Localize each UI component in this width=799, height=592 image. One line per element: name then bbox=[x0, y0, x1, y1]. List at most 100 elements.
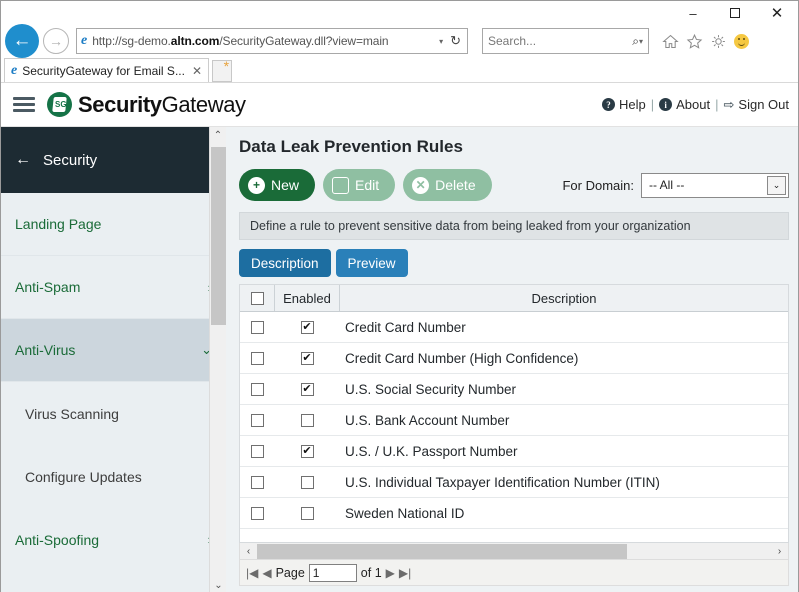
row-description: Credit Card Number (High Confidence) bbox=[345, 350, 579, 366]
next-page-button[interactable]: ▶ bbox=[386, 566, 395, 580]
scroll-up-icon[interactable]: ⌃ bbox=[210, 127, 226, 144]
question-icon: ? bbox=[601, 98, 615, 111]
domain-filter: For Domain: -- All -- ⌄ bbox=[562, 172, 789, 198]
last-page-button[interactable]: ▶| bbox=[399, 566, 411, 580]
sidebar-item-anti-spam[interactable]: Anti-Spam › bbox=[1, 256, 226, 319]
row-select-checkbox[interactable] bbox=[250, 382, 264, 396]
table-row[interactable]: Sweden National ID bbox=[240, 498, 788, 529]
row-select-checkbox[interactable] bbox=[250, 413, 264, 427]
url-dropdown-icon[interactable]: ▾ bbox=[439, 37, 443, 46]
scroll-down-icon[interactable]: ⌄ bbox=[210, 577, 227, 592]
forward-button[interactable]: → bbox=[43, 28, 69, 54]
table-row[interactable]: U.S. Bank Account Number bbox=[240, 405, 788, 436]
tab-close-icon[interactable]: ✕ bbox=[192, 64, 202, 78]
enabled-checkbox[interactable]: ✔ bbox=[300, 382, 314, 396]
maximize-button[interactable] bbox=[714, 1, 756, 25]
row-select-checkbox[interactable] bbox=[250, 444, 264, 458]
row-select-checkbox[interactable] bbox=[250, 475, 264, 489]
about-label: About bbox=[676, 97, 711, 112]
new-button[interactable]: + New bbox=[239, 169, 316, 201]
close-button[interactable]: ✕ bbox=[756, 1, 798, 25]
brand-logo: SG SecurityGateway bbox=[47, 92, 246, 118]
column-header-enabled[interactable]: Enabled bbox=[274, 285, 340, 311]
hscroll-thumb[interactable] bbox=[257, 543, 628, 559]
hscroll-track[interactable] bbox=[257, 543, 771, 559]
table-row[interactable]: ✔ Credit Card Number bbox=[240, 312, 788, 343]
enabled-checkbox[interactable]: ✔ bbox=[300, 444, 314, 458]
edit-button[interactable]: ✎ Edit bbox=[323, 169, 396, 201]
browser-tab[interactable]: e SecurityGateway for Email S... ✕ bbox=[4, 58, 210, 82]
row-enabled-cell[interactable]: ✔ bbox=[274, 374, 340, 404]
tab-preview[interactable]: Preview bbox=[335, 249, 408, 277]
scroll-left-icon[interactable]: ‹ bbox=[240, 546, 257, 557]
table-row[interactable]: ✔ U.S. Social Security Number bbox=[240, 374, 788, 405]
page-total-label: of 1 bbox=[360, 565, 382, 580]
sidebar-item-label: Landing Page bbox=[15, 216, 102, 232]
sidebar-item-anti-spoofing[interactable]: Anti-Spoofing › bbox=[1, 508, 226, 571]
table-row[interactable]: U.S. Individual Taxpayer Identification … bbox=[240, 467, 788, 498]
info-text: Define a rule to prevent sensitive data … bbox=[250, 219, 691, 233]
sidebar-item-configure-updates[interactable]: Configure Updates bbox=[1, 445, 226, 508]
enabled-checkbox[interactable]: ✔ bbox=[300, 320, 314, 334]
back-button[interactable]: ← bbox=[5, 24, 39, 58]
page-number-input[interactable]: 1 bbox=[308, 563, 357, 582]
scroll-right-icon[interactable]: › bbox=[771, 546, 788, 557]
row-select-cell[interactable] bbox=[240, 351, 274, 365]
domain-select[interactable]: -- All -- ⌄ bbox=[641, 172, 789, 198]
row-select-cell[interactable] bbox=[240, 320, 274, 334]
row-select-cell[interactable] bbox=[240, 475, 274, 489]
row-select-cell[interactable] bbox=[240, 413, 274, 427]
select-all-checkbox[interactable] bbox=[250, 291, 264, 305]
gear-icon[interactable] bbox=[710, 33, 727, 50]
about-link[interactable]: i About bbox=[659, 97, 710, 112]
chevron-down-icon[interactable]: ⌄ bbox=[767, 175, 786, 195]
browser-search-box[interactable]: Search... ⌕ ▾ bbox=[482, 28, 649, 54]
smiley-icon[interactable] bbox=[734, 33, 749, 49]
search-dropdown-icon[interactable]: ▾ bbox=[639, 37, 643, 46]
first-page-button[interactable]: |◀ bbox=[246, 566, 258, 580]
tab-description[interactable]: Description bbox=[239, 249, 331, 277]
delete-button[interactable]: ✕ Delete bbox=[403, 169, 492, 201]
sidebar-header[interactable]: ← Security bbox=[1, 127, 226, 193]
home-icon[interactable] bbox=[662, 33, 679, 50]
star-icon[interactable] bbox=[686, 33, 703, 50]
address-bar[interactable]: e http://sg-demo.altn.com/SecurityGatewa… bbox=[76, 28, 468, 54]
column-header-description[interactable]: Description bbox=[340, 291, 788, 306]
row-select-checkbox[interactable] bbox=[250, 320, 264, 334]
row-select-checkbox[interactable] bbox=[250, 351, 264, 365]
help-link[interactable]: ? Help bbox=[601, 97, 646, 112]
edit-button-label: Edit bbox=[355, 177, 380, 193]
back-arrow-icon[interactable]: ← bbox=[15, 151, 31, 169]
row-enabled-cell[interactable] bbox=[274, 405, 340, 435]
table-row[interactable]: ✔ U.S. / U.K. Passport Number bbox=[240, 436, 788, 467]
sign-out-link[interactable]: ⇨ Sign Out bbox=[724, 97, 790, 113]
enabled-checkbox[interactable] bbox=[300, 413, 314, 427]
enabled-checkbox[interactable]: ✔ bbox=[300, 351, 314, 365]
row-select-cell[interactable] bbox=[240, 382, 274, 396]
row-enabled-cell[interactable] bbox=[274, 467, 340, 497]
sidebar-scrollbar[interactable]: ⌃ ⌄ bbox=[209, 127, 226, 592]
enabled-checkbox[interactable] bbox=[300, 475, 314, 489]
table-horizontal-scrollbar[interactable]: ‹ › bbox=[239, 543, 789, 560]
row-enabled-cell[interactable]: ✔ bbox=[274, 312, 340, 342]
sidebar-item-anti-virus[interactable]: Anti-Virus ⌄ bbox=[1, 319, 226, 382]
prev-page-button[interactable]: ◀ bbox=[262, 566, 271, 580]
row-description: U.S. Social Security Number bbox=[345, 381, 517, 397]
sidebar-item-landing-page[interactable]: Landing Page bbox=[1, 193, 226, 256]
row-select-cell[interactable] bbox=[240, 444, 274, 458]
refresh-icon[interactable]: ↻ bbox=[448, 33, 463, 49]
hamburger-icon[interactable] bbox=[13, 97, 35, 112]
row-select-checkbox[interactable] bbox=[250, 506, 264, 520]
minimize-button[interactable]: – bbox=[672, 1, 714, 25]
table-row[interactable]: ✔ Credit Card Number (High Confidence) bbox=[240, 343, 788, 374]
enabled-checkbox[interactable] bbox=[300, 506, 314, 520]
info-icon: i bbox=[659, 98, 673, 111]
new-tab-button[interactable] bbox=[212, 58, 233, 82]
sidebar-item-virus-scanning[interactable]: Virus Scanning bbox=[1, 382, 226, 445]
select-all-cell[interactable] bbox=[240, 291, 274, 305]
row-enabled-cell[interactable]: ✔ bbox=[274, 436, 340, 466]
row-enabled-cell[interactable]: ✔ bbox=[274, 343, 340, 373]
row-select-cell[interactable] bbox=[240, 506, 274, 520]
scrollbar-thumb[interactable] bbox=[211, 147, 226, 325]
row-enabled-cell[interactable] bbox=[274, 498, 340, 528]
